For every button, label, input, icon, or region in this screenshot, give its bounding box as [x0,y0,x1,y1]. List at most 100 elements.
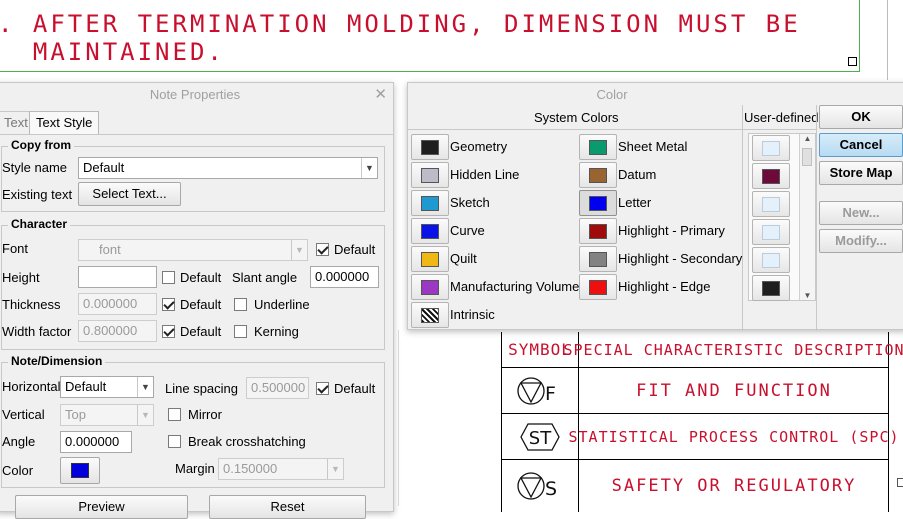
existing-text-label: Existing text [2,187,73,202]
color-chip [421,224,439,239]
angle-label: Angle [2,434,36,449]
height-input[interactable] [78,266,157,288]
width-factor-default-checkbox[interactable] [162,325,175,338]
scroll-down-icon[interactable]: ▼ [800,291,815,300]
reset-button[interactable]: Reset [209,495,366,519]
user-color-swatch[interactable] [752,219,790,245]
user-color-swatch[interactable] [752,163,790,189]
symbol-cell: S [502,460,579,512]
color-swatch-highlight-primary[interactable] [579,218,617,244]
line-spacing-default-label: Default [334,381,376,396]
color-swatch-sheet-metal[interactable] [579,134,617,160]
color-chip [589,140,607,155]
color-swatch-quilt[interactable] [411,246,449,272]
break-crosshatching-checkbox[interactable] [168,435,181,448]
font-label: Font [2,241,29,256]
drawing-note-line-1: . AFTER TERMINATION MOLDING, DIMENSION M… [0,10,801,38]
symbol-cell: F [502,368,579,413]
height-default-label: Default [180,270,222,285]
dialog-title: Note Properties [149,87,241,102]
drawing-note-line-2: MAINTAINED. [0,38,225,66]
color-swatch-datum[interactable] [579,162,617,188]
vertical-select[interactable]: Top ▼ [60,404,154,426]
height-label: Height [2,270,40,285]
kerning-label: Kerning [254,324,299,339]
color-label-highlight-secondary: Highlight - Secondary [618,251,743,266]
color-label-datum: Datum [618,167,657,182]
table-row: F FIT AND FUNCTION [502,368,888,414]
user-color-swatch[interactable] [752,275,790,301]
horizontal-label: Horizontal [2,379,61,394]
font-select[interactable]: font ▼ [78,239,308,261]
margin-select[interactable]: 0.150000 ▼ [218,458,344,480]
close-icon[interactable]: ✕ [374,83,387,107]
note-resize-handle[interactable] [848,57,857,66]
ok-button[interactable]: OK [819,105,903,129]
width-factor-label: Width factor [2,324,72,339]
user-color-swatch[interactable] [752,135,790,161]
thickness-default-checkbox[interactable] [162,298,175,311]
store-map-button[interactable]: Store Map [819,161,903,185]
color-label-letter: Letter [618,195,652,210]
color-chip [589,168,607,183]
user-color-swatch[interactable] [752,191,790,217]
color-swatch-highlight-edge[interactable] [579,274,617,300]
thickness-default-label: Default [180,297,222,312]
color-swatch-curve[interactable] [411,218,449,244]
tab-divider [0,134,393,135]
note-dimension-group: Note/Dimension Horizontal Default ▼ Line … [1,354,385,488]
line-spacing-label: Line spacing [165,381,238,396]
color-swatch-geometry[interactable] [411,134,449,160]
dialog-title: Color [596,87,628,102]
underline-checkbox[interactable] [234,298,247,311]
color-chip [589,280,607,295]
select-text-button[interactable]: Select Text... [78,182,181,206]
tab-text-style[interactable]: Text Style [29,111,100,135]
thickness-input[interactable]: 0.000000 [78,293,157,315]
color-picker-button[interactable] [60,457,100,484]
mirror-checkbox[interactable] [168,408,181,421]
angle-input[interactable]: 0.000000 [60,431,132,453]
horizontal-select[interactable]: Default ▼ [60,376,154,398]
user-color-list[interactable]: ▲ ▼ [748,133,816,301]
column-divider [742,105,743,331]
style-name-select[interactable]: Default ▼ [78,157,378,179]
user-defined-header: User-defined [744,110,819,125]
width-factor-input[interactable]: 0.800000 [78,320,157,342]
color-swatch-intrinsic[interactable] [411,302,449,328]
scroll-up-icon[interactable]: ▲ [800,134,815,143]
color-swatch-sketch[interactable] [411,190,449,216]
chevron-down-icon: ▼ [137,405,153,425]
header-divider [408,129,816,130]
svg-text:ST: ST [529,428,552,449]
color-chip [589,224,607,239]
user-color-scrollbar[interactable]: ▲ ▼ [799,134,815,300]
scroll-thumb[interactable] [802,148,812,166]
color-swatch-manufacturing-volume[interactable] [411,274,449,300]
table-header-row: SYMBOL SPECIAL CHARACTERISTIC DESCRIPTIO… [502,332,903,368]
new-color-button[interactable]: New... [819,201,903,225]
color-chip [589,252,607,267]
preview-button[interactable]: Preview [15,495,188,519]
color-swatch-highlight-secondary[interactable] [579,246,617,272]
drawing-border-line [887,0,888,80]
cancel-button[interactable]: Cancel [819,133,903,157]
kerning-checkbox[interactable] [234,325,247,338]
color-label-intrinsic: Intrinsic [450,307,495,322]
line-spacing-input[interactable]: 0.500000 [246,377,309,399]
table-header-description: SPECIAL CHARACTERISTIC DESCRIPTION [563,340,903,359]
height-default-checkbox[interactable] [162,271,175,284]
font-default-checkbox[interactable] [316,243,329,256]
note-properties-dialog: Note Properties ✕ Text Text Style Copy f… [0,82,394,519]
color-swatch-letter[interactable] [579,190,617,216]
line-spacing-default-checkbox[interactable] [316,382,329,395]
color-swatch-hidden-line[interactable] [411,162,449,188]
group-title: Note/Dimension [8,354,106,368]
mirror-label: Mirror [188,407,222,422]
slant-angle-input[interactable]: 0.000000 [310,266,379,288]
width-factor-default-label: Default [180,324,222,339]
color-label-sketch: Sketch [450,195,490,210]
modify-color-button[interactable]: Modify... [819,229,903,253]
color-swatch [71,463,89,478]
user-color-swatch[interactable] [752,247,790,273]
